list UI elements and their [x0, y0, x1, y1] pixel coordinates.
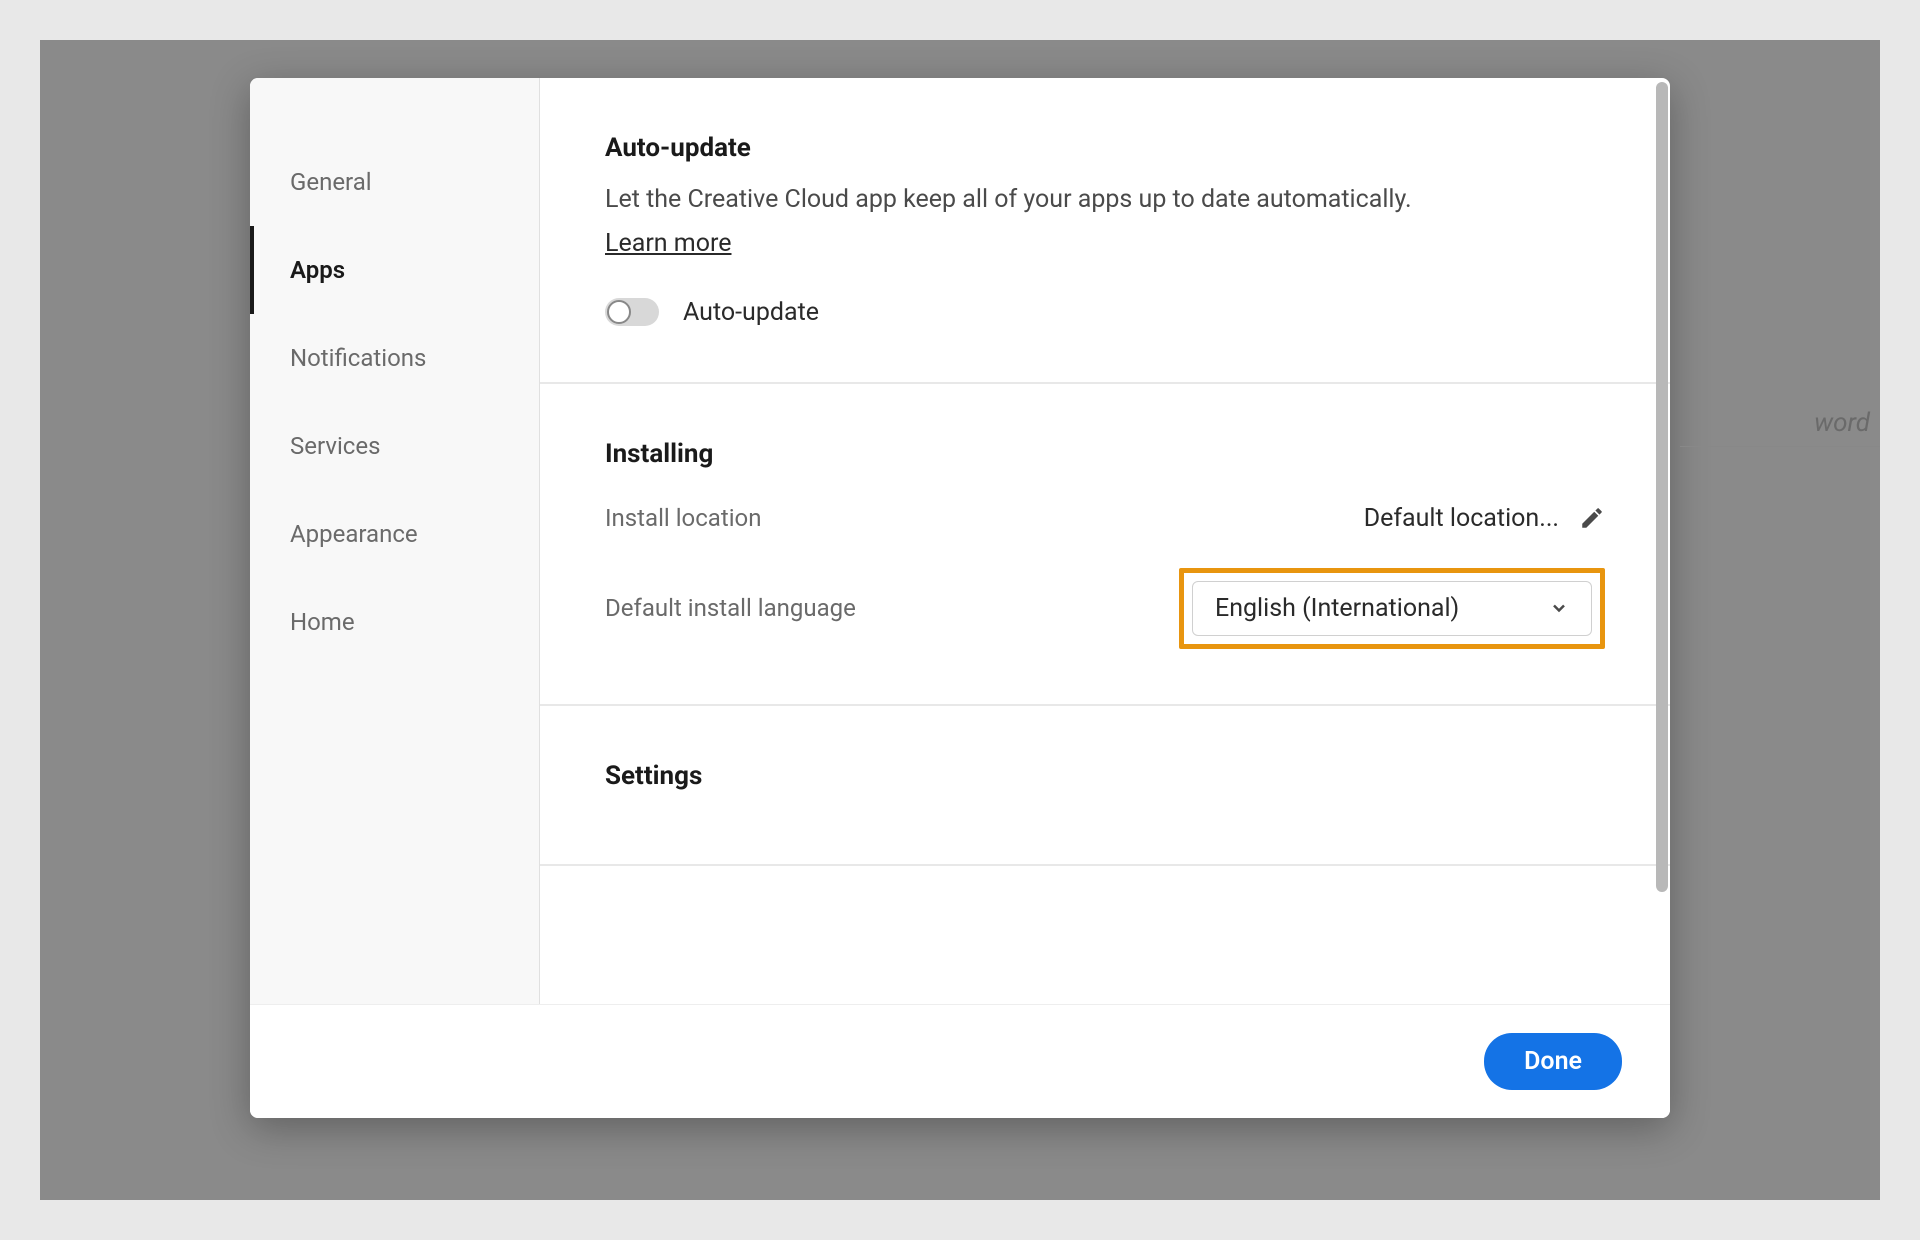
- auto-update-toggle-row: Auto-update: [605, 298, 1605, 327]
- learn-more-link[interactable]: Learn more: [605, 229, 731, 258]
- section-settings: Settings: [540, 706, 1670, 866]
- pencil-icon[interactable]: [1579, 505, 1605, 531]
- auto-update-toggle[interactable]: [605, 298, 659, 326]
- done-button[interactable]: Done: [1484, 1033, 1622, 1090]
- background-text-fragment: word: [1680, 408, 1880, 447]
- language-dropdown[interactable]: English (International): [1192, 581, 1592, 636]
- sidebar-item-apps[interactable]: Apps: [250, 226, 539, 314]
- sidebar-item-notifications[interactable]: Notifications: [250, 314, 539, 402]
- content-inner: Auto-update Let the Creative Cloud app k…: [540, 78, 1670, 866]
- install-location-value-group: Default location...: [1364, 504, 1605, 533]
- chevron-down-icon: [1549, 598, 1569, 618]
- settings-title: Settings: [605, 761, 1605, 791]
- section-installing: Installing Install location Default loca…: [540, 384, 1670, 706]
- install-location-row: Install location Default location...: [605, 504, 1605, 533]
- backdrop: word General Apps Notifications Services…: [40, 40, 1880, 1200]
- install-location-value: Default location...: [1364, 504, 1559, 533]
- dialog-footer: Done: [250, 1004, 1670, 1118]
- scrollbar[interactable]: [1656, 82, 1668, 892]
- sidebar-item-general[interactable]: General: [250, 138, 539, 226]
- sidebar-item-label: General: [290, 168, 372, 196]
- language-dropdown-value: English (International): [1215, 594, 1459, 623]
- sidebar-item-label: Notifications: [290, 344, 426, 372]
- dialog-body: General Apps Notifications Services Appe…: [250, 78, 1670, 1004]
- toggle-knob: [607, 300, 631, 324]
- content-area: Auto-update Let the Creative Cloud app k…: [540, 78, 1670, 1004]
- sidebar-item-services[interactable]: Services: [250, 402, 539, 490]
- auto-update-description: Let the Creative Cloud app keep all of y…: [605, 181, 1605, 219]
- auto-update-toggle-label: Auto-update: [683, 298, 819, 327]
- sidebar-item-appearance[interactable]: Appearance: [250, 490, 539, 578]
- installing-title: Installing: [605, 439, 1605, 469]
- section-auto-update: Auto-update Let the Creative Cloud app k…: [540, 78, 1670, 384]
- install-location-label: Install location: [605, 504, 761, 532]
- auto-update-title: Auto-update: [605, 133, 1605, 163]
- sidebar-item-label: Home: [290, 608, 355, 636]
- language-dropdown-highlight: English (International): [1179, 568, 1605, 649]
- install-language-row: Default install language English (Intern…: [605, 568, 1605, 649]
- sidebar-item-label: Appearance: [290, 520, 418, 548]
- sidebar-item-home[interactable]: Home: [250, 578, 539, 666]
- sidebar: General Apps Notifications Services Appe…: [250, 78, 540, 1004]
- sidebar-item-label: Services: [290, 432, 380, 460]
- install-language-label: Default install language: [605, 594, 856, 622]
- sidebar-item-label: Apps: [290, 256, 345, 284]
- preferences-dialog: General Apps Notifications Services Appe…: [250, 78, 1670, 1118]
